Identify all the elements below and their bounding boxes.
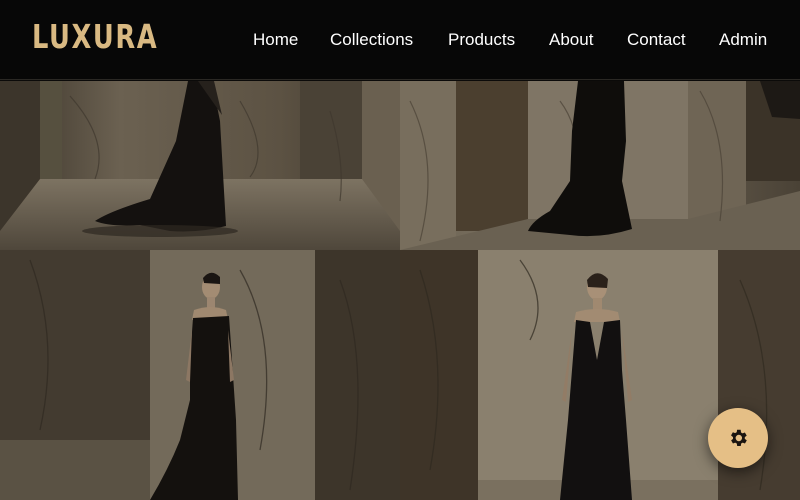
- nav-collections[interactable]: Collections: [330, 30, 413, 50]
- product-gallery: [0, 81, 800, 500]
- nav-contact[interactable]: Contact: [627, 30, 686, 50]
- nav-products[interactable]: Products: [448, 30, 515, 50]
- settings-button[interactable]: [708, 408, 768, 468]
- gown-photo-top-left[interactable]: [0, 81, 400, 250]
- gear-icon: [731, 429, 747, 446]
- brand-logo[interactable]: LUXURA: [32, 17, 158, 56]
- site-header: LUXURA Home Collections Products About C…: [0, 0, 800, 80]
- nav-home[interactable]: Home: [253, 30, 298, 50]
- nav-admin[interactable]: Admin: [719, 30, 767, 50]
- gown-photo-bottom-left[interactable]: [0, 250, 400, 500]
- gown-photo-top-right[interactable]: [400, 81, 800, 250]
- nav-about[interactable]: About: [549, 30, 593, 50]
